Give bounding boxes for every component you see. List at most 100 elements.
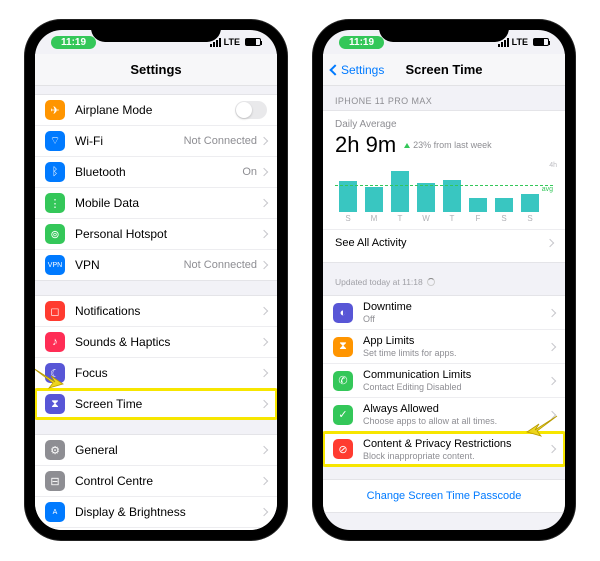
settings-row-mobile-data[interactable]: ⋮Mobile Data xyxy=(35,188,277,219)
phone-frame-right: 11:19 LTE Settings Screen Time IPHONE 11… xyxy=(313,20,575,540)
settings-row-control-centre[interactable]: ⊟Control Centre xyxy=(35,466,277,497)
notch xyxy=(379,20,509,42)
chevron-right-icon xyxy=(260,168,268,176)
settings-row-notifications[interactable]: ◻ Notifications xyxy=(35,296,277,327)
row-label: Display & Brightness xyxy=(75,505,261,519)
chart-tick: W xyxy=(417,214,435,223)
option-row-communication-limits[interactable]: ✆Communication LimitsContact Editing Dis… xyxy=(323,364,565,398)
row-label: Bluetooth xyxy=(75,165,242,179)
notifications-icon: ◻ xyxy=(45,301,65,321)
see-all-label: See All Activity xyxy=(335,237,547,249)
row-label: Notifications xyxy=(75,304,261,318)
settings-content[interactable]: ✈Airplane Mode⌔Wi-FiNot Connected ᛒ Blueto… xyxy=(35,86,277,530)
settings-row-sounds-haptics[interactable]: ♪ Sounds & Haptics xyxy=(35,327,277,358)
comm-limits-icon: ✆ xyxy=(333,371,353,391)
chevron-right-icon xyxy=(260,137,268,145)
display-icon: A xyxy=(45,502,65,522)
option-subtitle: Contact Editing Disabled xyxy=(363,382,549,392)
toggle[interactable] xyxy=(235,101,267,119)
nav-bar: Settings xyxy=(35,54,277,86)
chevron-right-icon xyxy=(548,342,556,350)
option-label: Always Allowed xyxy=(363,403,549,415)
chart-bar xyxy=(365,187,383,212)
chevron-right-icon xyxy=(260,199,268,207)
avg-label: Daily Average xyxy=(335,119,553,130)
chevron-right-icon xyxy=(260,477,268,485)
row-label: Focus xyxy=(75,366,261,380)
settings-row-screen-time[interactable]: ⧗Screen Time xyxy=(35,389,277,419)
chart-bar xyxy=(469,198,487,212)
chevron-right-icon xyxy=(260,369,268,377)
screen-right: 11:19 LTE Settings Screen Time IPHONE 11… xyxy=(323,30,565,530)
always-allowed-icon: ✓ xyxy=(333,405,353,425)
chevron-right-icon xyxy=(260,230,268,238)
bluetooth-icon: ᛒ xyxy=(45,162,65,182)
page-title: Settings xyxy=(130,62,181,77)
option-row-downtime[interactable]: ◐DowntimeOff xyxy=(323,296,565,330)
delta-text: 23% from last week xyxy=(413,140,492,150)
row-label: Personal Hotspot xyxy=(75,227,261,241)
settings-group-3: ⚙General⊟Control Centre A Display & Bright… xyxy=(35,434,277,530)
row-detail: Not Connected xyxy=(184,135,257,147)
nav-bar: Settings Screen Time xyxy=(323,54,565,86)
screentime-options: ◐DowntimeOff ⧗ App LimitsSet time limits f… xyxy=(323,295,565,467)
status-time: 11:19 xyxy=(339,36,384,49)
status-right: LTE xyxy=(498,37,549,47)
settings-row-personal-hotspot[interactable]: ⊚Personal Hotspot xyxy=(35,219,277,250)
see-all-activity-row[interactable]: See All Activity xyxy=(323,229,565,256)
chart-tick: F xyxy=(469,214,487,223)
device-label: IPHONE 11 PRO MAX xyxy=(323,86,565,110)
status-time: 11:19 xyxy=(51,36,96,49)
chevron-left-icon xyxy=(329,64,340,75)
usage-chart: 4h avg xyxy=(335,164,553,212)
option-row-app-limits[interactable]: ⧗ App LimitsSet time limits for apps. xyxy=(323,330,565,364)
settings-group-1: ✈Airplane Mode⌔Wi-FiNot Connected ᛒ Blueto… xyxy=(35,94,277,281)
chevron-right-icon xyxy=(548,445,556,453)
chevron-right-icon xyxy=(260,261,268,269)
chevron-right-icon xyxy=(260,508,268,516)
settings-row-home-screen[interactable]: ▦Home Screen xyxy=(35,528,277,530)
row-detail: On xyxy=(242,166,257,178)
option-subtitle: Off xyxy=(363,314,549,324)
option-subtitle: Set time limits for apps. xyxy=(363,348,549,358)
chevron-right-icon xyxy=(260,307,268,315)
option-row-content-privacy-restrictions[interactable]: ⊘Content & Privacy RestrictionsBlock ina… xyxy=(323,432,565,466)
chevron-right-icon xyxy=(548,410,556,418)
screen-left: 11:19 LTE Settings ✈Airplane Mode⌔Wi-FiN… xyxy=(35,30,277,530)
settings-row-focus[interactable]: ☾Focus xyxy=(35,358,277,389)
vpn-icon: VPN xyxy=(45,255,65,275)
app-limits-icon: ⧗ xyxy=(333,337,353,357)
chart-tick: S xyxy=(521,214,539,223)
settings-group-2: ◻ Notifications ♪ Sounds & Haptics ☾Focus⧗Sc… xyxy=(35,295,277,420)
chevron-right-icon xyxy=(548,308,556,316)
chevron-right-icon xyxy=(260,338,268,346)
screentime-content[interactable]: IPHONE 11 PRO MAX Daily Average 2h 9m 23… xyxy=(323,86,565,530)
spinner-icon xyxy=(427,278,435,286)
screen-time-icon: ⧗ xyxy=(45,394,65,414)
content-privacy-icon: ⊘ xyxy=(333,439,353,459)
option-label: App Limits xyxy=(363,335,549,347)
chart-bar xyxy=(495,198,513,212)
notch xyxy=(91,20,221,42)
chevron-right-icon xyxy=(546,239,554,247)
settings-row-wi-fi[interactable]: ⌔Wi-FiNot Connected xyxy=(35,126,277,157)
chart-y-label: 4h xyxy=(549,162,557,169)
page-title: Screen Time xyxy=(405,62,482,77)
back-button[interactable]: Settings xyxy=(331,63,384,77)
settings-row-display-brightness[interactable]: A Display & Brightness xyxy=(35,497,277,528)
updated-text: Updated today at 11:18 xyxy=(323,273,565,287)
option-row-always-allowed[interactable]: ✓Always AllowedChoose apps to allow at a… xyxy=(323,398,565,432)
row-label: Sounds & Haptics xyxy=(75,335,261,349)
settings-row-general[interactable]: ⚙General xyxy=(35,435,277,466)
chart-tick: T xyxy=(391,214,409,223)
change-passcode-button[interactable]: Change Screen Time Passcode xyxy=(323,479,565,513)
settings-row-airplane-mode[interactable]: ✈Airplane Mode xyxy=(35,95,277,126)
chevron-right-icon xyxy=(260,446,268,454)
avg-value: 2h 9m xyxy=(335,132,396,158)
option-label: Content & Privacy Restrictions xyxy=(363,438,549,450)
sounds-icon: ♪ xyxy=(45,332,65,352)
status-right: LTE xyxy=(210,37,261,47)
chart-tick: S xyxy=(339,214,357,223)
settings-row-bluetooth[interactable]: ᛒ BluetoothOn xyxy=(35,157,277,188)
settings-row-vpn[interactable]: VPNVPNNot Connected xyxy=(35,250,277,280)
